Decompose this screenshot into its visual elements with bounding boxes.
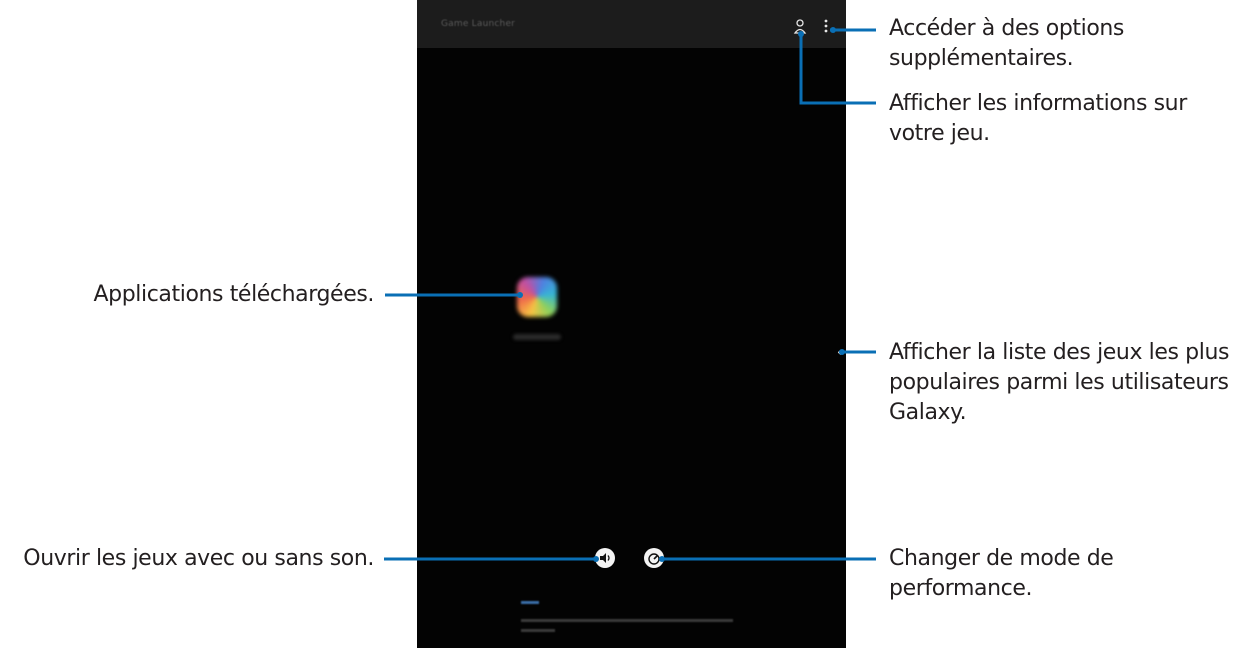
callout-text: Accéder à des options: [889, 16, 1124, 41]
callout-downloaded-apps: Applications téléchargées.: [40, 280, 375, 310]
app-toolbar: Game Launcher: [417, 0, 846, 48]
callout-sound: Ouvrir les jeux avec ou sans son.: [0, 544, 374, 574]
sound-icon: [600, 553, 610, 563]
callout-text: Changer de mode de: [889, 546, 1114, 571]
callout-text: votre jeu.: [889, 121, 990, 146]
more-options-icon[interactable]: [819, 18, 833, 34]
tip-text-placeholder: [521, 629, 555, 632]
callout-popular-games: Afficher la liste des jeux les plus popu…: [889, 338, 1229, 428]
sound-toggle-button[interactable]: [595, 548, 615, 568]
profile-icon[interactable]: [793, 18, 807, 36]
callout-more-options: Accéder à des options supplémentaires.: [889, 14, 1124, 74]
callout-text: Afficher les informations sur: [889, 91, 1187, 116]
app-label-placeholder: [513, 334, 561, 340]
callout-text: Afficher la liste des jeux les plus: [889, 340, 1230, 365]
performance-mode-button[interactable]: [644, 548, 664, 568]
callout-text: supplémentaires.: [889, 46, 1074, 71]
callout-text: performance.: [889, 576, 1033, 601]
callout-text: Galaxy.: [889, 400, 967, 425]
tip-text-placeholder: [521, 619, 733, 622]
tip-title-placeholder: [521, 601, 539, 604]
chevron-left-icon[interactable]: ‹: [837, 346, 842, 358]
callout-performance: Changer de mode de performance.: [889, 544, 1114, 604]
callout-text: populaires parmi les utilisateurs: [889, 370, 1229, 395]
callout-text: Ouvrir les jeux avec ou sans son.: [23, 546, 374, 571]
performance-icon: [648, 553, 660, 565]
app-icon[interactable]: [517, 277, 557, 317]
callout-game-info: Afficher les informations sur votre jeu.: [889, 89, 1187, 149]
app-title: Game Launcher: [441, 19, 516, 29]
device-screen: Game Launcher ‹: [417, 0, 846, 648]
callout-text: Applications téléchargées.: [93, 282, 375, 307]
